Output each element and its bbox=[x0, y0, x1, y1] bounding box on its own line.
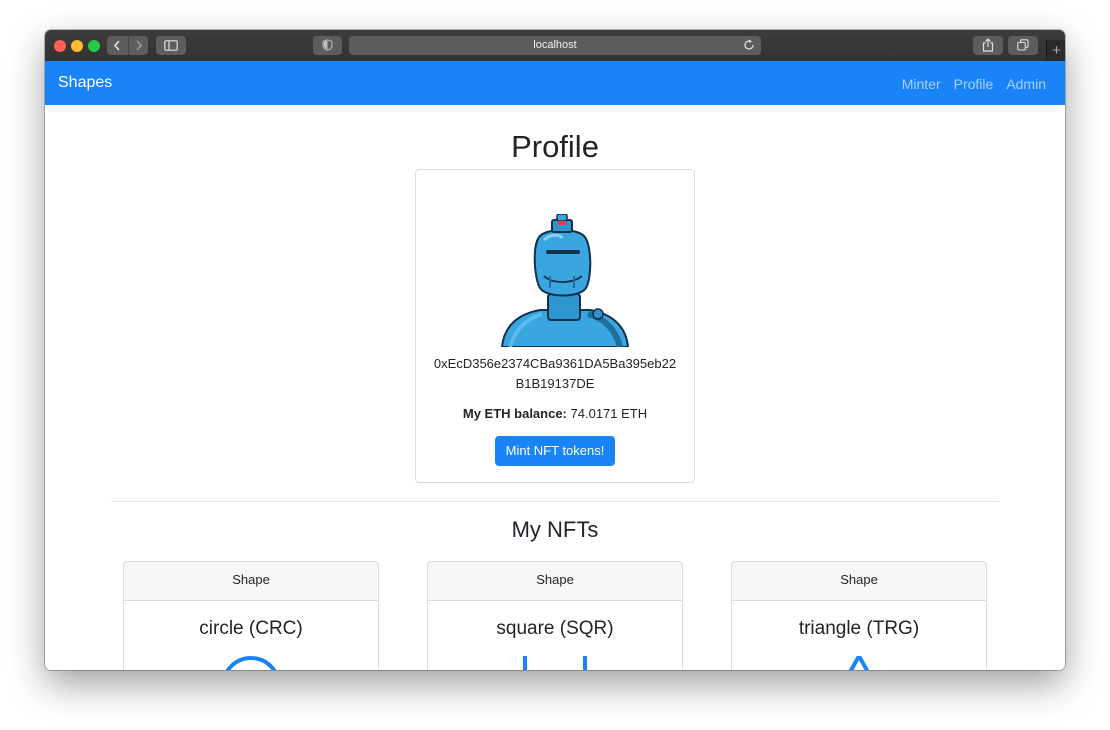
nav-links: Minter Profile Admin bbox=[902, 76, 1046, 92]
address-bar[interactable]: localhost bbox=[349, 36, 761, 55]
nav-link-minter[interactable]: Minter bbox=[902, 76, 941, 92]
browser-window: localhost + Shapes Minter Profile Admin … bbox=[45, 30, 1065, 670]
triangle-icon bbox=[848, 656, 870, 670]
chevron-right-icon bbox=[136, 40, 143, 51]
share-icon bbox=[982, 38, 994, 52]
page-content: Profile 0xEcD356e2374CBa9361DA5Ba395eb22… bbox=[45, 105, 1065, 670]
tabs-icon bbox=[1017, 39, 1029, 51]
nft-card-header: Shape bbox=[124, 562, 378, 601]
browser-toolbar: localhost + bbox=[45, 30, 1065, 62]
wallet-address-line2: B1B19137DE bbox=[515, 376, 595, 391]
nav-link-admin[interactable]: Admin bbox=[1006, 76, 1046, 92]
nft-card-header: Shape bbox=[732, 562, 986, 601]
profile-card: 0xEcD356e2374CBa9361DA5Ba395eb22 B1B1913… bbox=[415, 169, 695, 483]
brand-link[interactable]: Shapes bbox=[58, 74, 112, 92]
nft-card-triangle[interactable]: Shape triangle (TRG) bbox=[731, 561, 987, 670]
minimize-window-button[interactable] bbox=[71, 40, 83, 52]
nft-card-name: square (SQR) bbox=[496, 618, 614, 639]
balance-value: 74.0171 ETH bbox=[570, 406, 648, 421]
shield-icon bbox=[322, 39, 333, 51]
nav-link-profile[interactable]: Profile bbox=[954, 76, 994, 92]
privacy-button[interactable] bbox=[313, 36, 342, 55]
new-tab-button[interactable]: + bbox=[1046, 40, 1065, 61]
history-nav bbox=[107, 36, 148, 55]
robot-avatar bbox=[500, 214, 630, 347]
chevron-left-icon bbox=[113, 40, 120, 51]
nft-card-square[interactable]: Shape square (SQR) bbox=[427, 561, 683, 670]
page-title: Profile bbox=[511, 129, 599, 164]
sidebar-toggle-button[interactable] bbox=[156, 36, 186, 55]
app-navbar: Shapes Minter Profile Admin bbox=[45, 61, 1065, 105]
nfts-section-title: My NFTs bbox=[511, 517, 599, 542]
mint-nft-button[interactable]: Mint NFT tokens! bbox=[495, 436, 615, 466]
forward-button[interactable] bbox=[128, 36, 149, 55]
square-icon bbox=[523, 656, 587, 670]
circle-icon bbox=[225, 656, 277, 670]
wallet-address: 0xEcD356e2374CBa9361DA5Ba395eb22 B1B1913… bbox=[416, 354, 694, 394]
back-button[interactable] bbox=[107, 36, 127, 55]
reload-icon[interactable] bbox=[743, 39, 755, 51]
nft-card-name: triangle (TRG) bbox=[798, 618, 920, 639]
sidebar-icon bbox=[164, 40, 178, 51]
share-button[interactable] bbox=[973, 36, 1003, 55]
address-text: localhost bbox=[533, 39, 577, 51]
nft-card-header: Shape bbox=[428, 562, 682, 601]
eth-balance: My ETH balance: 74.0171 ETH bbox=[416, 406, 694, 421]
wallet-address-line1: 0xEcD356e2374CBa9361DA5Ba395eb22 bbox=[433, 356, 677, 371]
nft-card-circle[interactable]: Shape circle (CRC) bbox=[123, 561, 379, 670]
balance-label: My ETH balance: bbox=[462, 406, 567, 421]
tabs-overview-button[interactable] bbox=[1008, 36, 1038, 55]
close-window-button[interactable] bbox=[54, 40, 66, 52]
maximize-window-button[interactable] bbox=[88, 40, 100, 52]
nft-card-name: circle (CRC) bbox=[199, 618, 303, 639]
section-divider bbox=[111, 501, 999, 502]
